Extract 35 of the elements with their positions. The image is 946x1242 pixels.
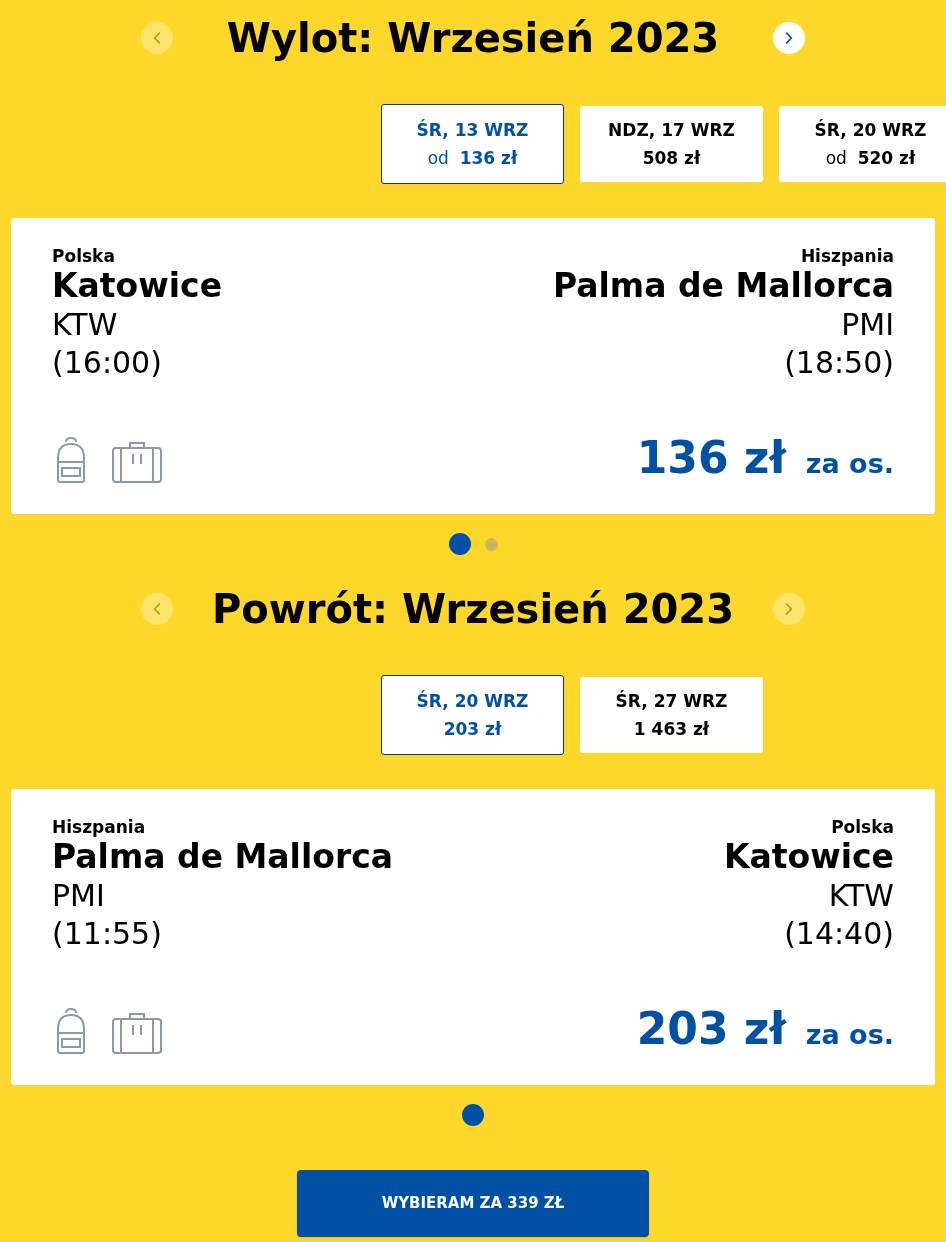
date-tab[interactable]: ŚR, 20 WRZ 203 zł xyxy=(381,675,564,755)
country-label: Hiszpania xyxy=(52,817,146,837)
departure-time: (14:40) xyxy=(784,915,894,953)
chevron-left-icon xyxy=(153,31,161,45)
departure-time: (11:55) xyxy=(52,915,162,953)
city-name: Katowice xyxy=(52,266,223,306)
departure-time: (18:50) xyxy=(784,344,894,382)
suitcase-icon xyxy=(111,440,163,484)
country-label: Polska xyxy=(831,817,894,837)
country-label: Hiszpania xyxy=(800,246,894,266)
date-tab[interactable]: ŚR, 20 WRZ od 520 zł xyxy=(779,106,946,182)
per-person-label: za os. xyxy=(805,1017,894,1052)
date-tab[interactable]: ŚR, 27 WRZ 1 463 zł xyxy=(580,677,763,753)
next-button[interactable] xyxy=(773,22,805,54)
price: 136 zł xyxy=(636,432,786,483)
section-title: Powrót: Wrzesień 2023 xyxy=(211,585,735,634)
price: 203 zł xyxy=(636,1003,786,1054)
select-button[interactable]: WYBIERAM ZA 339 ZŁ xyxy=(297,1170,649,1237)
departure-time: (16:00) xyxy=(52,344,162,382)
chevron-right-icon xyxy=(785,31,793,45)
airport-code: PMI xyxy=(52,877,105,915)
section-title: Wylot: Wrzesień 2023 xyxy=(225,14,721,63)
city-name: Katowice xyxy=(723,837,894,877)
date-tab[interactable]: NDZ, 17 WRZ 508 zł xyxy=(580,106,763,182)
airport-code: KTW xyxy=(52,306,118,344)
suitcase-icon xyxy=(111,1011,163,1055)
city-name: Palma de Mallorca xyxy=(52,837,394,877)
chevron-right-icon xyxy=(785,602,793,616)
city-name: Palma de Mallorca xyxy=(552,266,894,306)
airport-code: PMI xyxy=(841,306,894,344)
airport-code: KTW xyxy=(828,877,894,915)
date-tab[interactable]: ŚR, 13 WRZ od 136 zł xyxy=(381,104,564,184)
country-label: Polska xyxy=(52,246,115,266)
chevron-left-icon xyxy=(153,602,161,616)
per-person-label: za os. xyxy=(805,446,894,481)
